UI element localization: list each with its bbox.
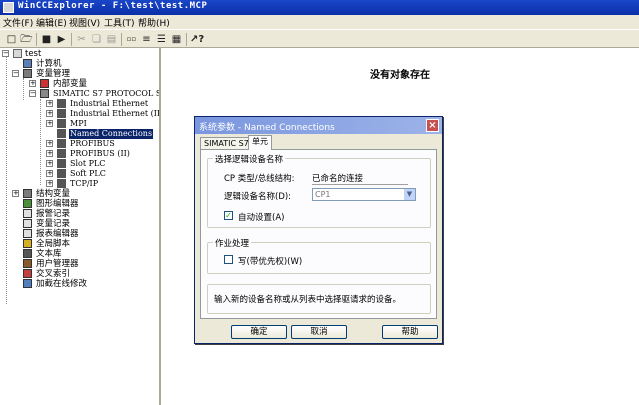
write-priority-checkbox[interactable] — [224, 255, 233, 264]
group-caption: 选择逻辑设备名称 — [213, 153, 286, 165]
menu-bar: 文件(F) 编辑(E) 视图(V) 工具(T) 帮助(H) — [0, 15, 639, 29]
collapse-icon[interactable]: − — [2, 50, 9, 57]
menu-help[interactable]: 帮助(H) — [138, 16, 170, 29]
system-parameters-dialog: 系统参数 - Named Connections × SIMATIC S7 单元… — [194, 116, 443, 344]
tab-unit[interactable]: 单元 — [248, 135, 272, 150]
window-title: WinCCExplorer - F:\test\test.MCP — [18, 1, 208, 11]
new-icon[interactable]: □ — [5, 33, 18, 46]
graphics-designer-icon — [23, 199, 32, 208]
details-view-icon[interactable]: ☰ — [155, 33, 168, 46]
text-library-icon — [23, 249, 32, 258]
channel-icon — [57, 129, 66, 138]
cp-type-value: 已命名的连接 — [312, 172, 408, 185]
project-icon — [13, 49, 22, 58]
auto-setting-label: 自动设置(A) — [238, 213, 285, 223]
hint-box: 输入新的设备名称或从列表中选择驱请求的设备。 — [207, 284, 431, 314]
help-icon[interactable]: ↗? — [190, 33, 204, 46]
report-designer-icon — [23, 229, 32, 238]
alarm-logging-icon — [23, 209, 32, 218]
cut-icon[interactable]: ✂ — [75, 33, 88, 46]
expand-icon[interactable]: + — [46, 140, 53, 147]
ok-button[interactable]: 确定 — [231, 325, 287, 339]
cancel-button[interactable]: 取消 — [291, 325, 347, 339]
toolbar: □ 🗁 ■ ▶ ✂ ❏ ▤ ▫▫ ≡ ☰ ▦ ↗? — [0, 29, 639, 48]
menu-tools[interactable]: 工具(T) — [104, 16, 135, 29]
logical-device-combo[interactable]: CP1 ▼ — [312, 188, 416, 201]
dialog-title: 系统参数 - Named Connections — [199, 123, 335, 133]
stop-icon[interactable]: ■ — [40, 33, 53, 46]
channel-icon — [57, 139, 66, 148]
global-script-icon — [23, 239, 32, 248]
menu-file[interactable]: 文件(F) — [3, 16, 33, 29]
channel-icon — [57, 149, 66, 158]
close-icon[interactable]: × — [426, 119, 439, 132]
channel-icon — [57, 179, 66, 188]
auto-setting-checkbox[interactable]: ✓ — [224, 211, 233, 220]
structure-tags-icon — [23, 189, 32, 198]
expand-icon[interactable]: + — [46, 100, 53, 107]
app-icon — [3, 2, 14, 13]
tag-logging-icon — [23, 219, 32, 228]
expand-icon[interactable]: + — [46, 160, 53, 167]
menu-view[interactable]: 视图(V) — [69, 16, 100, 29]
channel-icon — [57, 159, 66, 168]
menu-edit[interactable]: 编辑(E) — [36, 16, 67, 29]
write-priority-label: 写(带优先权)(W) — [238, 257, 303, 267]
window-titlebar[interactable]: WinCCExplorer - F:\test\test.MCP — [0, 0, 639, 15]
computer-icon — [23, 59, 32, 68]
copy-icon[interactable]: ❏ — [90, 33, 103, 46]
list-view-icon[interactable]: ≡ — [140, 33, 153, 46]
expand-icon[interactable]: + — [29, 80, 36, 87]
icons-view-icon[interactable]: ▫▫ — [125, 33, 138, 46]
collapse-icon[interactable]: − — [12, 70, 19, 77]
channel-icon — [57, 99, 66, 108]
expand-icon[interactable]: + — [12, 190, 19, 197]
toolbar-separator — [121, 33, 122, 46]
open-icon[interactable]: 🗁 — [20, 33, 33, 46]
tag-management-icon — [23, 69, 32, 78]
chevron-down-icon[interactable]: ▼ — [404, 189, 415, 200]
channel-icon — [57, 169, 66, 178]
help-button[interactable]: 帮助 — [382, 325, 438, 339]
expand-icon[interactable]: + — [46, 150, 53, 157]
channel-icon — [57, 109, 66, 118]
logical-device-value: CP1 — [315, 190, 331, 199]
expand-icon[interactable]: + — [46, 120, 53, 127]
driver-icon — [40, 89, 49, 98]
cp-type-label: CP 类型/总线结构: — [224, 174, 295, 184]
hint-text: 输入新的设备名称或从列表中选择驱请求的设备。 — [214, 295, 402, 305]
properties-icon[interactable]: ▦ — [170, 33, 183, 46]
navigation-tree[interactable]: − test 计算机 − 变量管理 + 内部变量 − SIMATIC S7 PR… — [0, 48, 161, 405]
toolbar-separator — [71, 33, 72, 46]
online-change-icon — [23, 279, 32, 288]
dialog-titlebar[interactable]: 系统参数 - Named Connections × — [195, 117, 442, 134]
tab-panel-unit: 选择逻辑设备名称 CP 类型/总线结构: 已命名的连接 逻辑设备名称(D): C… — [200, 149, 437, 319]
paste-icon[interactable]: ▤ — [105, 33, 118, 46]
expand-icon[interactable]: + — [46, 170, 53, 177]
toolbar-separator — [36, 33, 37, 46]
expand-icon[interactable]: + — [46, 110, 53, 117]
group-job-processing: 作业处理 写(带优先权)(W) — [207, 237, 431, 274]
internal-tags-icon — [40, 79, 49, 88]
group-logical-device: 选择逻辑设备名称 CP 类型/总线结构: 已命名的连接 逻辑设备名称(D): C… — [207, 153, 431, 228]
toolbar-separator — [186, 33, 187, 46]
run-icon[interactable]: ▶ — [55, 33, 68, 46]
collapse-icon[interactable]: − — [29, 90, 36, 97]
channel-icon — [57, 119, 66, 128]
logical-device-label: 逻辑设备名称(D): — [224, 192, 292, 202]
empty-message: 没有对象存在 — [370, 70, 430, 81]
cross-reference-icon — [23, 269, 32, 278]
group-caption: 作业处理 — [213, 237, 252, 249]
user-administrator-icon — [23, 259, 32, 268]
tab-simatic-s7[interactable]: SIMATIC S7 — [200, 137, 253, 149]
expand-icon[interactable]: + — [46, 180, 53, 187]
